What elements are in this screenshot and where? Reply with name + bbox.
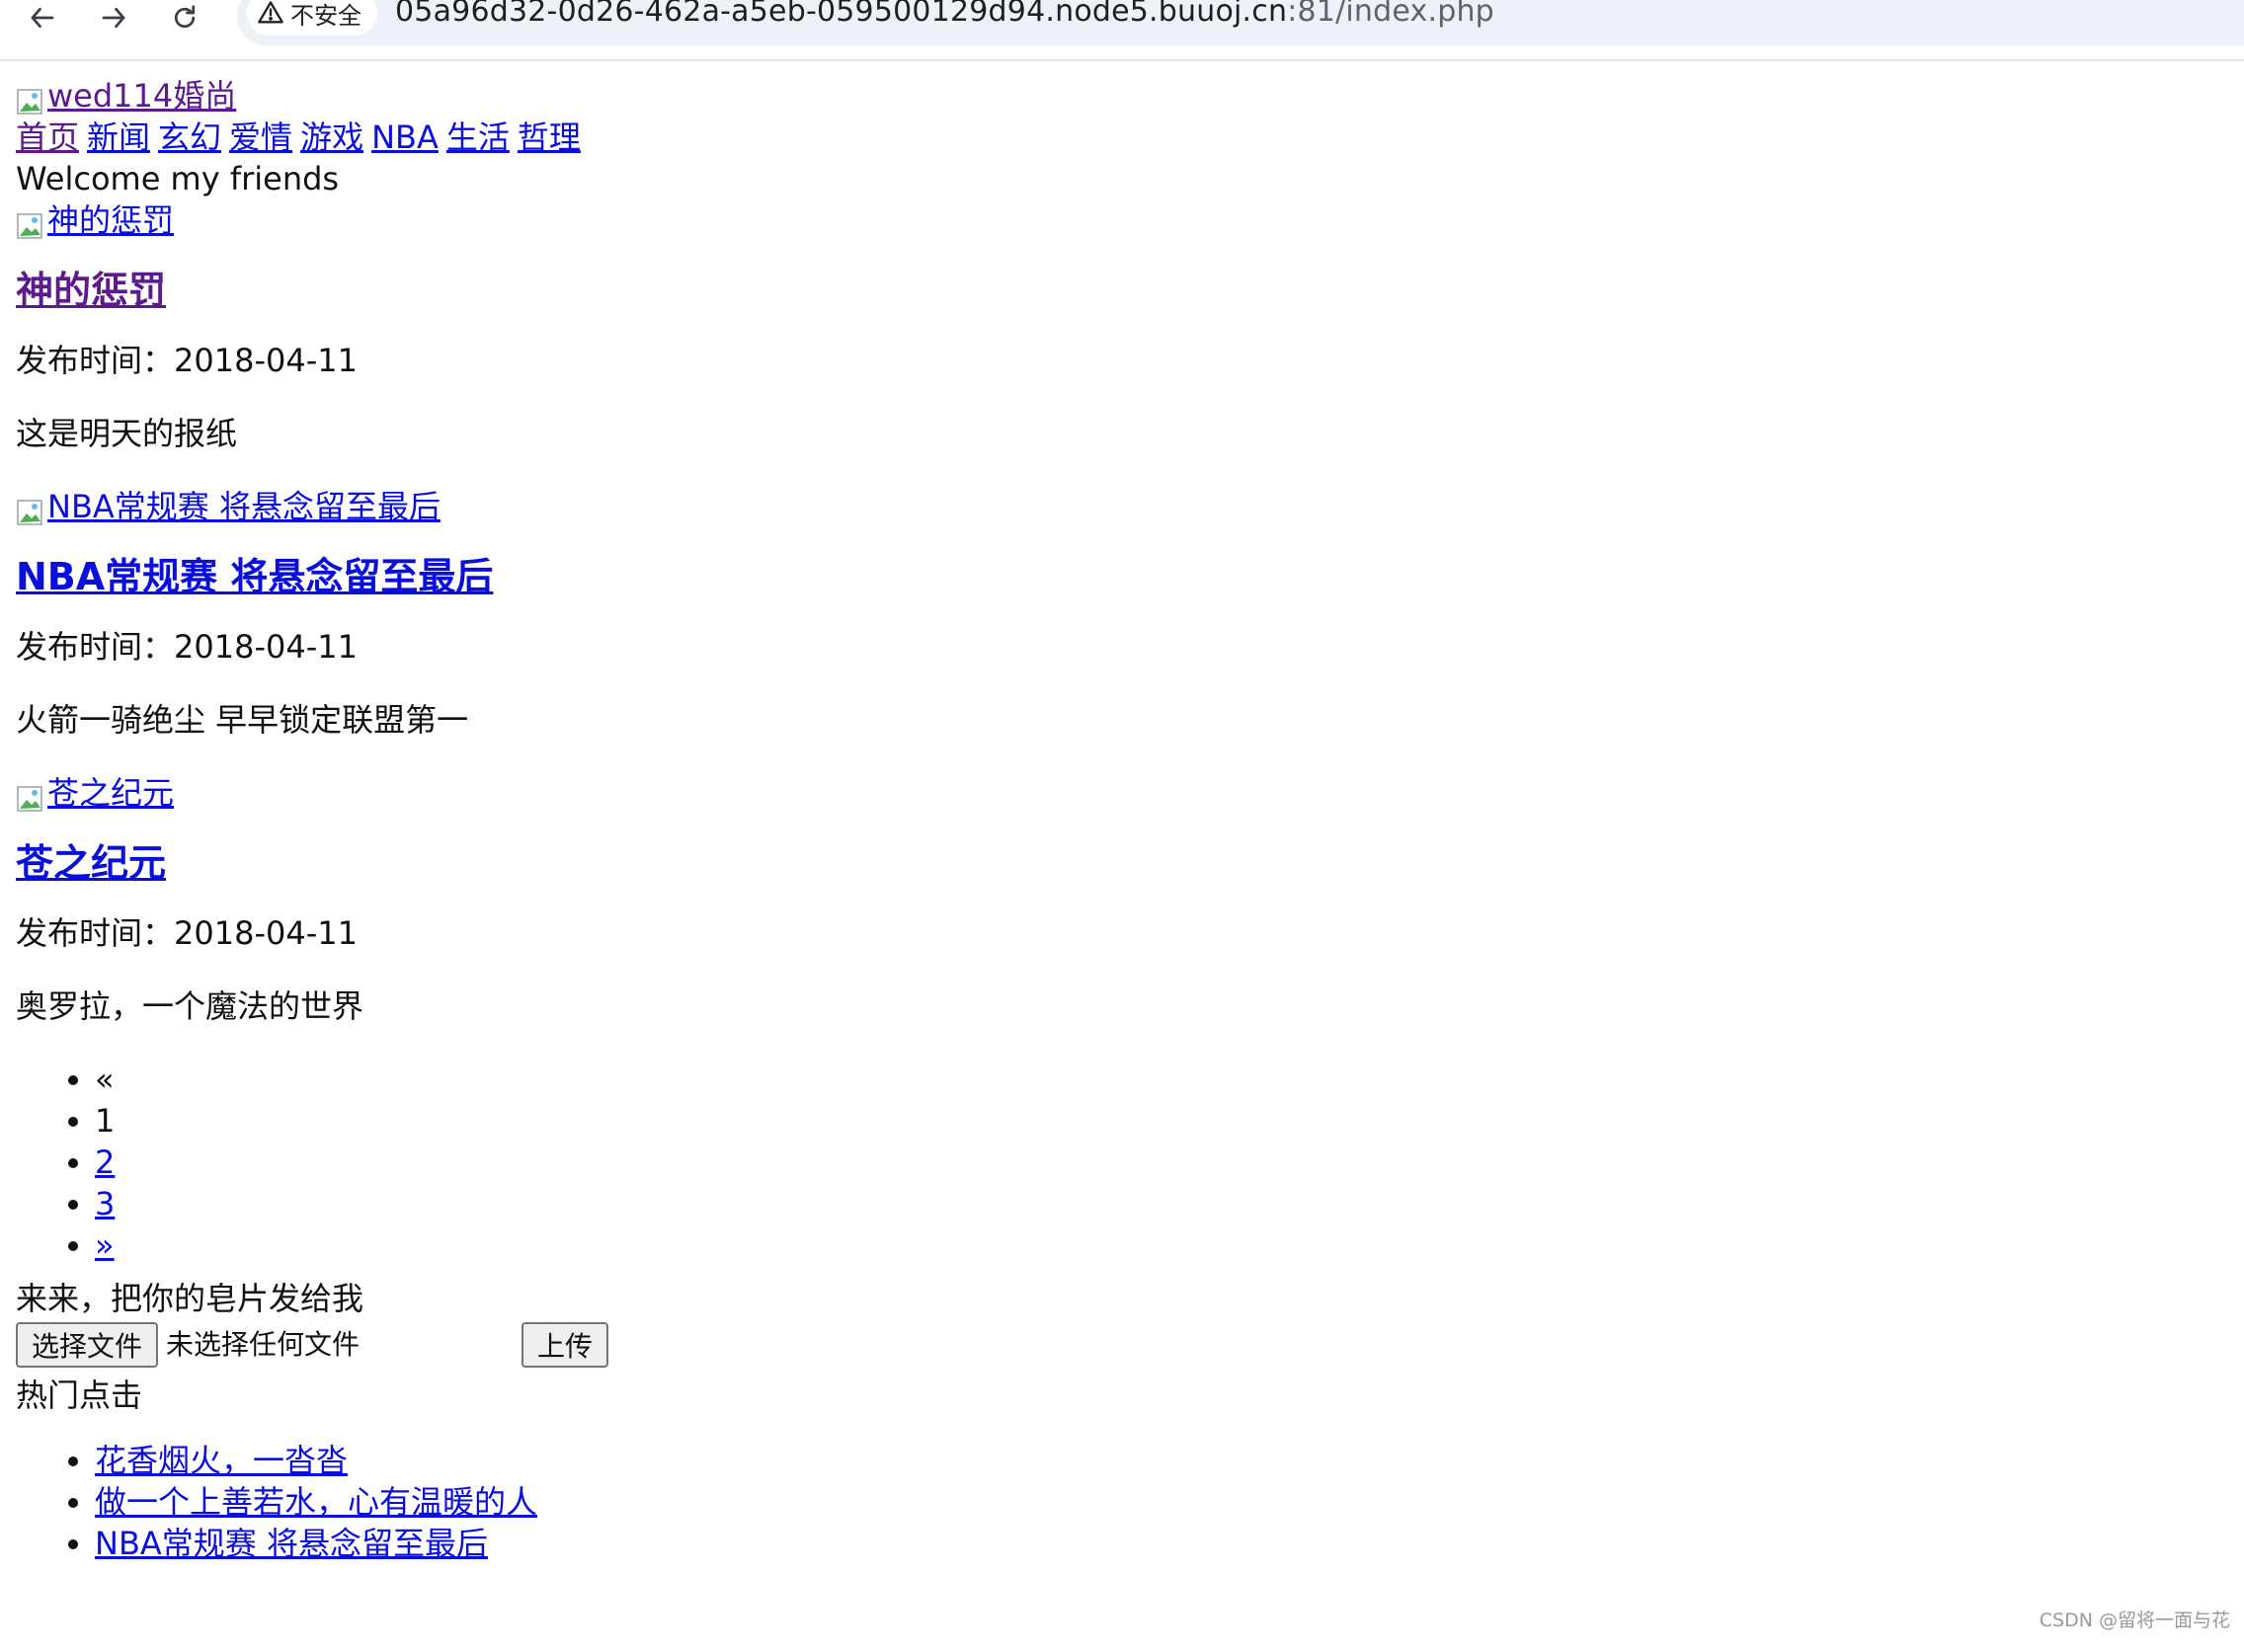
- nav-link-philosophy[interactable]: 哲理: [518, 118, 581, 156]
- url-path: :81/index.php: [1287, 0, 1494, 29]
- nav-link-games[interactable]: 游戏: [300, 118, 363, 156]
- back-button[interactable]: [20, 0, 65, 36]
- browser-toolbar: 不安全 05a96d32-0d26-462a-a5eb-059500129d94…: [0, 0, 2244, 61]
- pagination-next[interactable]: »: [95, 1226, 115, 1264]
- post-image-link[interactable]: 神的惩罚: [16, 199, 174, 241]
- post-date: 发布时间：2018-04-11: [16, 628, 358, 666]
- nav-link-life[interactable]: 生活: [446, 118, 510, 156]
- pagination-prev: «: [95, 1059, 2189, 1100]
- file-status: 未选择任何文件: [166, 1328, 361, 1361]
- broken-image-icon: [16, 209, 45, 239]
- post-item: 神的惩罚 神的惩罚 发布时间：2018-04-11 这是明天的报纸: [16, 199, 2189, 454]
- post-summary: 奥罗拉，一个魔法的世界: [16, 987, 364, 1025]
- welcome-text: Welcome my friends: [16, 160, 340, 197]
- url-host: 05a96d32-0d26-462a-a5eb-059500129d94.nod…: [395, 0, 1288, 29]
- hot-link[interactable]: 做一个上善若水，心有温暖的人: [95, 1483, 537, 1521]
- pagination-current: 1: [95, 1100, 2189, 1141]
- hot-title: 热门点击: [16, 1377, 143, 1414]
- reload-icon: [174, 5, 196, 29]
- list-item: NBA常规赛 将悬念留至最后: [95, 1523, 2189, 1564]
- url-text[interactable]: 05a96d32-0d26-462a-a5eb-059500129d94.nod…: [395, 0, 1494, 29]
- broken-image-icon: [16, 496, 45, 525]
- nav-link-love[interactable]: 爱情: [229, 118, 292, 156]
- post-item: 苍之纪元 苍之纪元 发布时间：2018-04-11 奥罗拉，一个魔法的世界: [16, 772, 2189, 1027]
- hot-link[interactable]: 花香烟火，一沓沓: [95, 1442, 348, 1479]
- list-item: 做一个上善若水，心有温暖的人: [95, 1481, 2189, 1523]
- nav-link-home[interactable]: 首页: [16, 118, 79, 156]
- post-summary: 火箭一骑绝尘 早早锁定联盟第一: [16, 701, 469, 739]
- post-image-alt: 苍之纪元: [47, 774, 175, 812]
- watermark: CSDN @留将一面与花: [2039, 1610, 2230, 1631]
- logo-alt-text: wed114婚尚: [47, 77, 237, 115]
- list-item: 花香烟火，一沓沓: [95, 1440, 2189, 1481]
- main-nav: 首页 新闻 玄幻 爱情 游戏 NBA 生活 哲理: [16, 117, 2189, 158]
- choose-file-button[interactable]: 选择文件: [16, 1322, 159, 1368]
- post-title-link[interactable]: NBA常规赛 将悬念留至最后: [16, 555, 493, 598]
- nav-link-news[interactable]: 新闻: [87, 118, 150, 156]
- pagination: « 1 2 3 »: [16, 1059, 2189, 1266]
- post-image-alt: 神的惩罚: [47, 201, 175, 239]
- reload-button[interactable]: [162, 0, 207, 36]
- post-title-link[interactable]: 神的惩罚: [16, 269, 166, 312]
- warning-icon: [258, 1, 283, 24]
- arrow-right-icon: [102, 7, 125, 29]
- security-indicator[interactable]: 不安全: [247, 0, 377, 36]
- post-image-alt: NBA常规赛 将悬念留至最后: [47, 488, 441, 525]
- upload-prompt: 来来，把你的皂片发给我: [16, 1280, 364, 1317]
- post-title-link[interactable]: 苍之纪元: [16, 841, 166, 885]
- post-summary: 这是明天的报纸: [16, 415, 238, 452]
- logo-link[interactable]: wed114婚尚: [16, 75, 236, 117]
- security-label: 不安全: [290, 1, 361, 30]
- arrow-left-icon: [31, 7, 54, 29]
- hot-list: 花香烟火，一沓沓 做一个上善若水，心有温暖的人 NBA常规赛 将悬念留至最后: [16, 1440, 2189, 1564]
- upload-button[interactable]: 上传: [521, 1322, 609, 1368]
- post-item: NBA常规赛 将悬念留至最后 NBA常规赛 将悬念留至最后 发布时间：2018-…: [16, 486, 2189, 741]
- post-image-link[interactable]: 苍之纪元: [16, 772, 174, 814]
- forward-button[interactable]: [91, 0, 136, 36]
- broken-image-icon: [16, 782, 45, 812]
- pagination-page-2[interactable]: 2: [95, 1143, 115, 1181]
- nav-link-fantasy[interactable]: 玄幻: [158, 118, 221, 156]
- post-image-link[interactable]: NBA常规赛 将悬念留至最后: [16, 486, 441, 527]
- pagination-page-3[interactable]: 3: [95, 1185, 115, 1222]
- upload-form: 选择文件 未选择任何文件 上传: [16, 1321, 2189, 1369]
- post-date: 发布时间：2018-04-11: [16, 342, 358, 379]
- nav-link-nba[interactable]: NBA: [371, 118, 439, 156]
- hot-link[interactable]: NBA常规赛 将悬念留至最后: [95, 1525, 488, 1562]
- post-date: 发布时间：2018-04-11: [16, 914, 358, 952]
- broken-image-icon: [16, 85, 45, 115]
- page-content: wed114婚尚 首页 新闻 玄幻 爱情 游戏 NBA 生活 哲理 Welcome my fr…: [16, 75, 2189, 1564]
